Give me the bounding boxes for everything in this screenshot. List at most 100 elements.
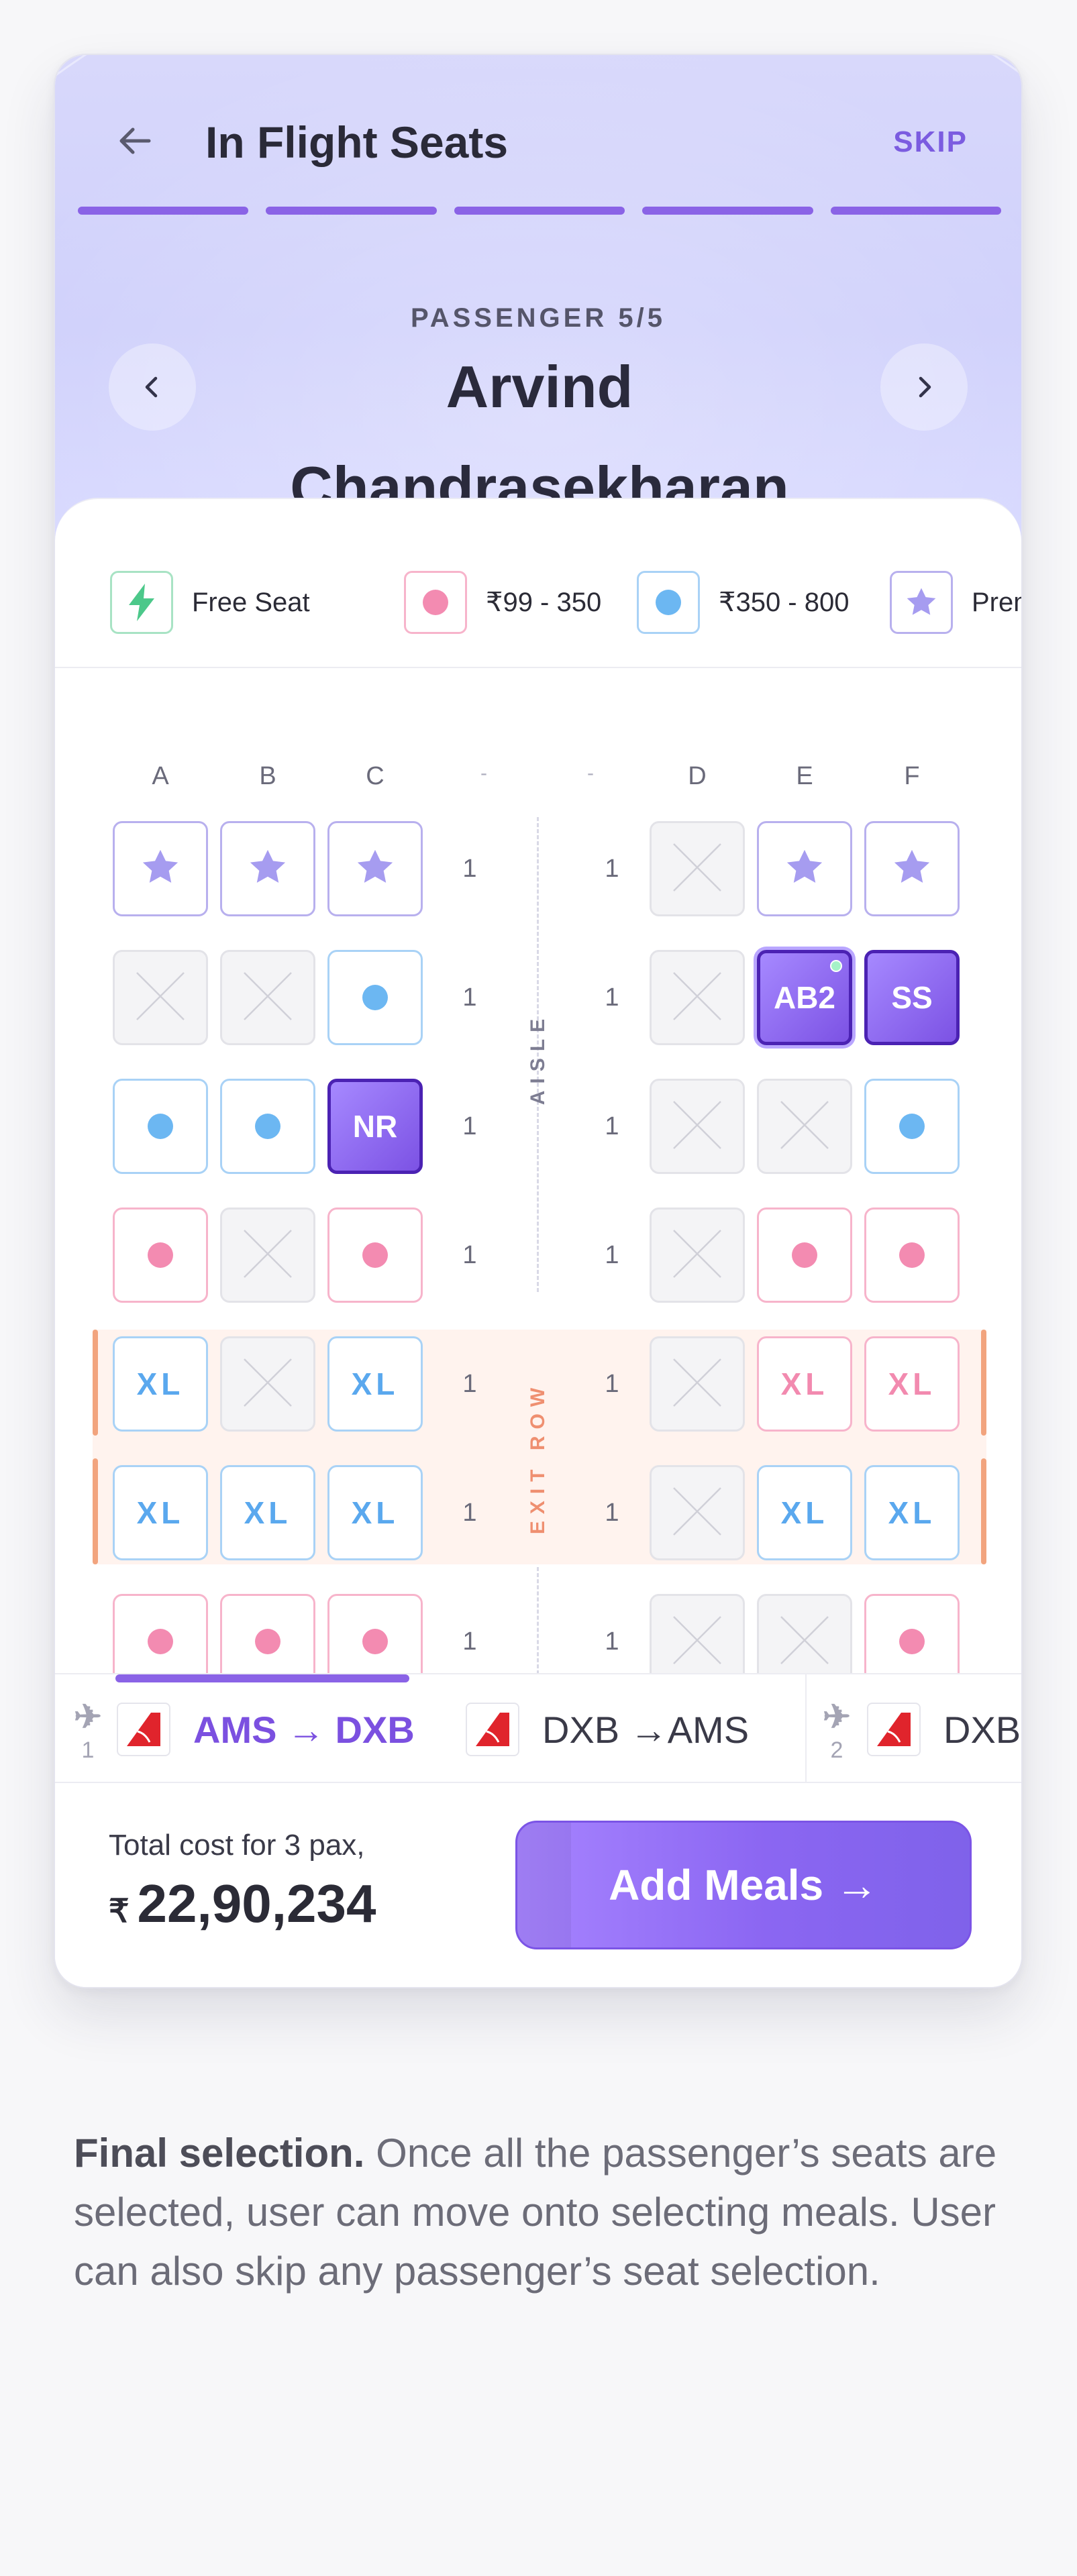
- seat-pink[interactable]: [220, 1594, 315, 1674]
- seat-premium[interactable]: [757, 821, 852, 916]
- progress-steps: [78, 207, 1002, 216]
- total-value: 22,90,234: [137, 1874, 376, 1933]
- seat-xl-blue[interactable]: XL: [113, 1336, 208, 1432]
- caption-title: Final selection.: [74, 2131, 365, 2176]
- star-icon: [138, 845, 183, 893]
- seat-blue[interactable]: [327, 950, 423, 1045]
- seat-premium[interactable]: [220, 821, 315, 916]
- seat-xl-blue[interactable]: XL: [113, 1465, 208, 1560]
- legend-label: ₹99 - 350: [486, 588, 602, 617]
- unavailable-x-icon: [667, 837, 727, 901]
- seat-blue[interactable]: [113, 1079, 208, 1174]
- progress-step: [454, 207, 625, 215]
- seat-xl-pink[interactable]: XL: [864, 1336, 960, 1432]
- leg-tab-dxb[interactable]: DXB: [867, 1674, 1021, 1782]
- seat-xl-label: XL: [780, 1366, 829, 1401]
- selected-seat[interactable]: NR: [327, 1079, 423, 1174]
- flight-leg-tabs: ✈ 1 AMS → DXB DXB →AMS ✈ 2 DXB: [55, 1673, 1021, 1783]
- seat-premium[interactable]: [864, 821, 960, 916]
- row-number: 1: [462, 855, 477, 883]
- legend-item-mid: ₹350 - 800: [637, 570, 849, 635]
- leg-number: 2: [830, 1737, 843, 1763]
- add-meals-button[interactable]: Add Meals →: [515, 1821, 972, 1949]
- arrow-left-icon: [119, 127, 151, 154]
- pink-dot-icon: [148, 1629, 173, 1654]
- seat-pink[interactable]: [113, 1594, 208, 1674]
- row-number: 1: [605, 855, 619, 883]
- leg-route: AMS → DXB: [193, 1708, 415, 1751]
- unavailable-x-icon: [238, 1224, 298, 1287]
- current-passenger-dot: [830, 960, 842, 972]
- seat-xl-label: XL: [888, 1495, 936, 1530]
- progress-step: [78, 207, 249, 215]
- seat-xl-blue[interactable]: XL: [327, 1336, 423, 1432]
- blue-dot-icon: [362, 985, 388, 1010]
- unavailable-x-icon: [667, 1481, 727, 1545]
- star-icon: [353, 845, 397, 893]
- row-number: 1: [462, 983, 477, 1012]
- skip-button[interactable]: SKIP: [893, 109, 968, 176]
- star-icon: [890, 845, 934, 893]
- legend-label: Premium: [972, 587, 1021, 617]
- selected-seat[interactable]: AB2: [757, 950, 852, 1045]
- seat-blocked: [650, 950, 745, 1045]
- leg-tab-ams-dxb[interactable]: AMS → DXB: [117, 1674, 415, 1782]
- previous-passenger-button[interactable]: [109, 343, 196, 431]
- pink-dot-icon: [255, 1629, 280, 1654]
- leg-tab-dxb-ams[interactable]: DXB →AMS: [466, 1674, 749, 1782]
- bolt-icon: [110, 571, 173, 634]
- total-amount: ₹ 22,90,234: [109, 1873, 376, 1935]
- leg-separator: [805, 1674, 807, 1782]
- exit-marker-right: [981, 1458, 986, 1564]
- legend-item-free: Free Seat: [110, 570, 310, 635]
- passenger-initials: SS: [891, 980, 933, 1015]
- pink-dot-icon: [792, 1242, 817, 1268]
- seat-xl-blue[interactable]: XL: [864, 1465, 960, 1560]
- seat-xl-label: XL: [244, 1495, 292, 1530]
- seat-map: A B C - - D E F AISLE EXIT ROW 1 1 AB2 SS 1 1…: [55, 668, 1021, 1674]
- passenger-name: Arvind Chandrasekharan: [290, 354, 789, 521]
- unavailable-x-icon: [667, 1352, 727, 1416]
- seat-pink[interactable]: [327, 1594, 423, 1674]
- leg-route: DXB: [943, 1708, 1021, 1751]
- selected-seat[interactable]: SS: [864, 950, 960, 1045]
- legend-item-low: ₹99 - 350: [404, 570, 601, 635]
- seat-xl-blue[interactable]: XL: [327, 1465, 423, 1560]
- blue-dot-icon: [255, 1114, 280, 1139]
- seat-xl-blue[interactable]: XL: [220, 1465, 315, 1560]
- row-number: 1: [462, 1241, 477, 1269]
- progress-step: [642, 207, 813, 215]
- blue-dot-icon: [148, 1114, 173, 1139]
- seat-pink[interactable]: [757, 1208, 852, 1303]
- row-number: 1: [462, 1627, 477, 1656]
- star-icon: [890, 571, 953, 634]
- seat-premium[interactable]: [327, 821, 423, 916]
- seat-xl-blue[interactable]: XL: [757, 1465, 852, 1560]
- passenger-counter: PASSENGER 5/5: [411, 303, 666, 333]
- aisle-divider: [537, 1567, 539, 1674]
- unavailable-x-icon: [774, 1610, 835, 1674]
- seat-premium[interactable]: [113, 821, 208, 916]
- seat-blue[interactable]: [864, 1079, 960, 1174]
- aisle-label: AISLE: [527, 1012, 549, 1106]
- button-sheen: [517, 1823, 571, 1947]
- seat-pink[interactable]: [864, 1208, 960, 1303]
- blue-dot-icon: [899, 1114, 925, 1139]
- row-number: 1: [462, 1499, 477, 1527]
- seat-pink[interactable]: [864, 1594, 960, 1674]
- row-number: 1: [605, 983, 619, 1012]
- seat-blocked: [650, 821, 745, 916]
- seat-pink[interactable]: [113, 1208, 208, 1303]
- seat-blue[interactable]: [220, 1079, 315, 1174]
- unavailable-x-icon: [238, 1352, 298, 1416]
- chevron-right-icon: [919, 376, 931, 398]
- top-bar: In Flight Seats SKIP: [55, 55, 1021, 209]
- back-button[interactable]: [102, 107, 169, 174]
- seat-pink[interactable]: [327, 1208, 423, 1303]
- seat-xl-pink[interactable]: XL: [757, 1336, 852, 1432]
- next-passenger-button[interactable]: [880, 343, 968, 431]
- total-label: Total cost for 3 pax,: [109, 1829, 365, 1862]
- phone-screen: In Flight Seats SKIP PASSENGER 5/5 Arvin…: [54, 54, 1023, 1988]
- seat-xl-label: XL: [780, 1495, 829, 1530]
- plane-icon: ✈: [823, 1698, 851, 1735]
